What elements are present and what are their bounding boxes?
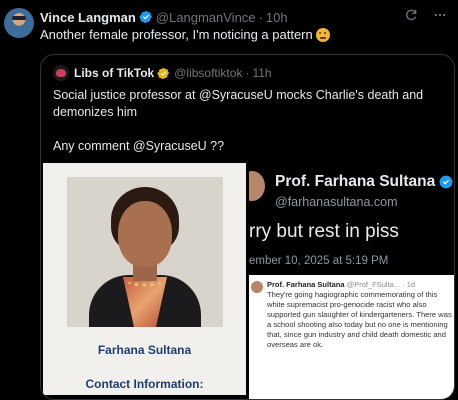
- quoted-author-name: Libs of TikTok: [74, 66, 155, 80]
- tweet-header: Vince Langman @LangmanVince · 10h: [40, 8, 448, 26]
- screenshot-avatar: [249, 171, 265, 201]
- tweet-text: Another female professor, I'm noticing a…: [40, 27, 330, 42]
- separator-dot: ·: [258, 9, 263, 25]
- author-avatar[interactable]: [4, 8, 34, 38]
- screenshot-post-text: rry but rest in piss: [249, 221, 399, 242]
- thinking-face-emoji-icon: [315, 27, 330, 42]
- quoted-tweet[interactable]: Libs of TikTok @libsoftiktok · 11h Socia…: [40, 54, 455, 400]
- inner-name: Prof. Farhana Sultana: [267, 280, 345, 289]
- inner-author: Prof. Farhana Sultana @Prof_FSulta... · …: [267, 280, 415, 289]
- author-handle[interactable]: @LangmanVince: [156, 10, 256, 25]
- quoted-author-handle: @libsoftiktok: [174, 66, 243, 80]
- header-actions: [404, 8, 448, 25]
- contact-info-label: Contact Information:: [85, 377, 204, 391]
- verified-badge-icon: [139, 11, 152, 23]
- quoted-tweet-header: Libs of TikTok @libsoftiktok · 11h: [53, 65, 272, 81]
- grok-icon[interactable]: [404, 8, 418, 25]
- screenshot-post: Prof. Farhana Sultana @farhanasultana.co…: [249, 163, 454, 271]
- quoted-tweet-body: Social justice professor at @SyracuseU m…: [53, 87, 445, 172]
- verified-gold-badge-icon: [157, 67, 170, 79]
- media-image-portrait[interactable]: Farhana Sultana Contact Information:: [43, 163, 246, 395]
- portrait-photo: [67, 177, 223, 327]
- portrait-name: Farhana Sultana: [97, 343, 192, 357]
- quoted-tweet-time: 11h: [252, 66, 272, 80]
- author-name[interactable]: Vince Langman: [40, 10, 136, 25]
- screenshot-verified-icon: [439, 175, 453, 189]
- screenshot-handle: @farhanasultana.com: [275, 195, 398, 209]
- quoted-media[interactable]: Farhana Sultana Contact Information: Pro…: [41, 163, 454, 399]
- more-options-icon[interactable]: [432, 8, 448, 25]
- media-image-screenshot[interactable]: Prof. Farhana Sultana @farhanasultana.co…: [249, 163, 454, 399]
- quoted-author-avatar: [53, 65, 69, 81]
- screenshot-post-date: ember 10, 2025 at 5:19 PM: [249, 255, 389, 267]
- inner-body: They're going hagiographic commemorating…: [267, 290, 452, 349]
- inner-avatar: [251, 281, 263, 293]
- tweet-time[interactable]: 10h: [266, 10, 288, 25]
- screenshot-name-text: Prof. Farhana Sultana: [275, 173, 436, 190]
- quoted-body-line2: Any comment @SyracuseU ??: [53, 139, 225, 153]
- inner-handle: @Prof_FSulta... · 1d: [346, 280, 416, 289]
- quoted-body-line1: Social justice professor at @SyracuseU m…: [53, 88, 424, 119]
- quoted-separator-dot: ·: [245, 66, 250, 80]
- tweet-text-content: Another female professor, I'm noticing a…: [40, 27, 313, 42]
- screenshot-name: Prof. Farhana Sultana: [275, 173, 453, 191]
- screenshot-inner-post: Prof. Farhana Sultana @Prof_FSulta... · …: [249, 275, 454, 399]
